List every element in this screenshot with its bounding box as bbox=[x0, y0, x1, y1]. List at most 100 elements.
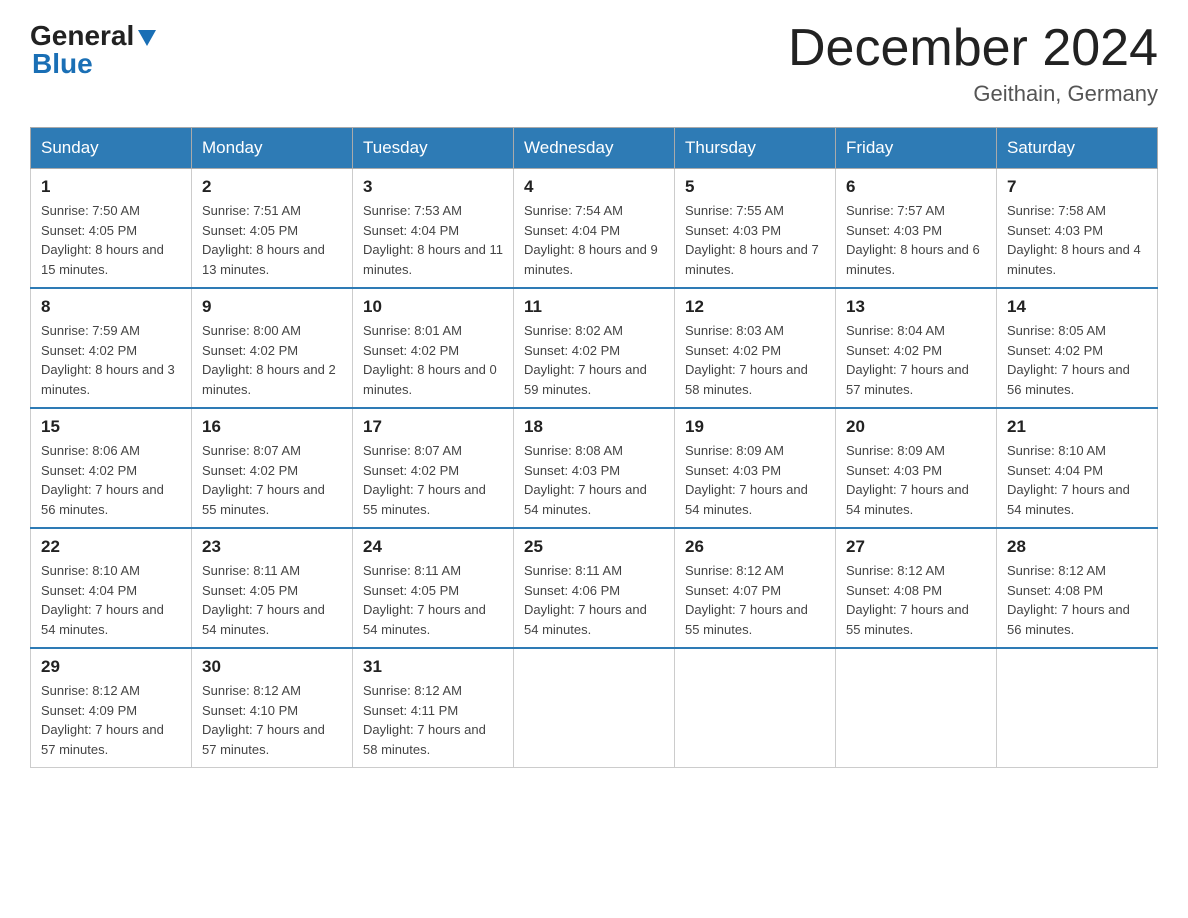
day-number: 6 bbox=[846, 177, 986, 197]
day-info: Sunrise: 8:00 AMSunset: 4:02 PMDaylight:… bbox=[202, 321, 342, 399]
day-number: 19 bbox=[685, 417, 825, 437]
calendar-cell: 5 Sunrise: 7:55 AMSunset: 4:03 PMDayligh… bbox=[675, 169, 836, 289]
day-number: 31 bbox=[363, 657, 503, 677]
day-number: 1 bbox=[41, 177, 181, 197]
calendar-subtitle: Geithain, Germany bbox=[788, 81, 1158, 107]
page-header: General Blue December 2024 Geithain, Ger… bbox=[30, 20, 1158, 107]
calendar-cell: 19 Sunrise: 8:09 AMSunset: 4:03 PMDaylig… bbox=[675, 408, 836, 528]
day-number: 21 bbox=[1007, 417, 1147, 437]
calendar-cell: 28 Sunrise: 8:12 AMSunset: 4:08 PMDaylig… bbox=[997, 528, 1158, 648]
day-number: 26 bbox=[685, 537, 825, 557]
day-header-sunday: Sunday bbox=[31, 128, 192, 169]
day-info: Sunrise: 7:54 AMSunset: 4:04 PMDaylight:… bbox=[524, 201, 664, 279]
title-section: December 2024 Geithain, Germany bbox=[788, 20, 1158, 107]
week-row-3: 15 Sunrise: 8:06 AMSunset: 4:02 PMDaylig… bbox=[31, 408, 1158, 528]
calendar-cell bbox=[997, 648, 1158, 768]
calendar-cell: 8 Sunrise: 7:59 AMSunset: 4:02 PMDayligh… bbox=[31, 288, 192, 408]
day-number: 9 bbox=[202, 297, 342, 317]
day-info: Sunrise: 8:02 AMSunset: 4:02 PMDaylight:… bbox=[524, 321, 664, 399]
calendar-cell: 14 Sunrise: 8:05 AMSunset: 4:02 PMDaylig… bbox=[997, 288, 1158, 408]
calendar-cell: 18 Sunrise: 8:08 AMSunset: 4:03 PMDaylig… bbox=[514, 408, 675, 528]
calendar-cell bbox=[836, 648, 997, 768]
day-info: Sunrise: 7:50 AMSunset: 4:05 PMDaylight:… bbox=[41, 201, 181, 279]
day-header-monday: Monday bbox=[192, 128, 353, 169]
logo: General Blue bbox=[30, 20, 158, 80]
calendar-cell: 30 Sunrise: 8:12 AMSunset: 4:10 PMDaylig… bbox=[192, 648, 353, 768]
calendar-cell: 3 Sunrise: 7:53 AMSunset: 4:04 PMDayligh… bbox=[353, 169, 514, 289]
calendar-cell: 11 Sunrise: 8:02 AMSunset: 4:02 PMDaylig… bbox=[514, 288, 675, 408]
day-number: 3 bbox=[363, 177, 503, 197]
calendar-cell: 4 Sunrise: 7:54 AMSunset: 4:04 PMDayligh… bbox=[514, 169, 675, 289]
day-number: 20 bbox=[846, 417, 986, 437]
day-info: Sunrise: 8:07 AMSunset: 4:02 PMDaylight:… bbox=[202, 441, 342, 519]
day-info: Sunrise: 8:12 AMSunset: 4:08 PMDaylight:… bbox=[1007, 561, 1147, 639]
days-header-row: SundayMondayTuesdayWednesdayThursdayFrid… bbox=[31, 128, 1158, 169]
day-info: Sunrise: 8:10 AMSunset: 4:04 PMDaylight:… bbox=[41, 561, 181, 639]
calendar-cell: 27 Sunrise: 8:12 AMSunset: 4:08 PMDaylig… bbox=[836, 528, 997, 648]
day-header-friday: Friday bbox=[836, 128, 997, 169]
day-header-wednesday: Wednesday bbox=[514, 128, 675, 169]
day-info: Sunrise: 7:55 AMSunset: 4:03 PMDaylight:… bbox=[685, 201, 825, 279]
calendar-cell: 20 Sunrise: 8:09 AMSunset: 4:03 PMDaylig… bbox=[836, 408, 997, 528]
day-info: Sunrise: 7:57 AMSunset: 4:03 PMDaylight:… bbox=[846, 201, 986, 279]
day-info: Sunrise: 8:09 AMSunset: 4:03 PMDaylight:… bbox=[685, 441, 825, 519]
week-row-5: 29 Sunrise: 8:12 AMSunset: 4:09 PMDaylig… bbox=[31, 648, 1158, 768]
day-number: 18 bbox=[524, 417, 664, 437]
calendar-cell: 29 Sunrise: 8:12 AMSunset: 4:09 PMDaylig… bbox=[31, 648, 192, 768]
day-number: 12 bbox=[685, 297, 825, 317]
day-info: Sunrise: 8:07 AMSunset: 4:02 PMDaylight:… bbox=[363, 441, 503, 519]
day-number: 23 bbox=[202, 537, 342, 557]
day-info: Sunrise: 8:12 AMSunset: 4:10 PMDaylight:… bbox=[202, 681, 342, 759]
day-number: 16 bbox=[202, 417, 342, 437]
calendar-cell: 6 Sunrise: 7:57 AMSunset: 4:03 PMDayligh… bbox=[836, 169, 997, 289]
day-info: Sunrise: 8:11 AMSunset: 4:05 PMDaylight:… bbox=[202, 561, 342, 639]
day-info: Sunrise: 8:12 AMSunset: 4:07 PMDaylight:… bbox=[685, 561, 825, 639]
day-number: 27 bbox=[846, 537, 986, 557]
week-row-4: 22 Sunrise: 8:10 AMSunset: 4:04 PMDaylig… bbox=[31, 528, 1158, 648]
day-info: Sunrise: 7:51 AMSunset: 4:05 PMDaylight:… bbox=[202, 201, 342, 279]
calendar-cell: 31 Sunrise: 8:12 AMSunset: 4:11 PMDaylig… bbox=[353, 648, 514, 768]
day-number: 10 bbox=[363, 297, 503, 317]
day-info: Sunrise: 8:04 AMSunset: 4:02 PMDaylight:… bbox=[846, 321, 986, 399]
day-info: Sunrise: 8:12 AMSunset: 4:11 PMDaylight:… bbox=[363, 681, 503, 759]
day-info: Sunrise: 8:05 AMSunset: 4:02 PMDaylight:… bbox=[1007, 321, 1147, 399]
logo-triangle-icon bbox=[136, 26, 158, 48]
day-number: 8 bbox=[41, 297, 181, 317]
day-info: Sunrise: 8:12 AMSunset: 4:09 PMDaylight:… bbox=[41, 681, 181, 759]
day-info: Sunrise: 8:10 AMSunset: 4:04 PMDaylight:… bbox=[1007, 441, 1147, 519]
calendar-cell: 23 Sunrise: 8:11 AMSunset: 4:05 PMDaylig… bbox=[192, 528, 353, 648]
week-row-1: 1 Sunrise: 7:50 AMSunset: 4:05 PMDayligh… bbox=[31, 169, 1158, 289]
calendar-cell bbox=[675, 648, 836, 768]
day-header-thursday: Thursday bbox=[675, 128, 836, 169]
logo-blue: Blue bbox=[32, 48, 93, 80]
day-number: 7 bbox=[1007, 177, 1147, 197]
day-number: 2 bbox=[202, 177, 342, 197]
calendar-cell: 22 Sunrise: 8:10 AMSunset: 4:04 PMDaylig… bbox=[31, 528, 192, 648]
day-number: 29 bbox=[41, 657, 181, 677]
day-number: 15 bbox=[41, 417, 181, 437]
calendar-cell: 2 Sunrise: 7:51 AMSunset: 4:05 PMDayligh… bbox=[192, 169, 353, 289]
calendar-cell: 1 Sunrise: 7:50 AMSunset: 4:05 PMDayligh… bbox=[31, 169, 192, 289]
day-info: Sunrise: 8:11 AMSunset: 4:05 PMDaylight:… bbox=[363, 561, 503, 639]
day-number: 4 bbox=[524, 177, 664, 197]
calendar-cell: 12 Sunrise: 8:03 AMSunset: 4:02 PMDaylig… bbox=[675, 288, 836, 408]
calendar-title: December 2024 bbox=[788, 20, 1158, 77]
calendar-cell: 10 Sunrise: 8:01 AMSunset: 4:02 PMDaylig… bbox=[353, 288, 514, 408]
day-info: Sunrise: 7:58 AMSunset: 4:03 PMDaylight:… bbox=[1007, 201, 1147, 279]
day-info: Sunrise: 7:53 AMSunset: 4:04 PMDaylight:… bbox=[363, 201, 503, 279]
calendar-cell: 25 Sunrise: 8:11 AMSunset: 4:06 PMDaylig… bbox=[514, 528, 675, 648]
day-number: 24 bbox=[363, 537, 503, 557]
day-number: 28 bbox=[1007, 537, 1147, 557]
calendar-cell bbox=[514, 648, 675, 768]
day-info: Sunrise: 8:01 AMSunset: 4:02 PMDaylight:… bbox=[363, 321, 503, 399]
day-number: 22 bbox=[41, 537, 181, 557]
calendar-cell: 16 Sunrise: 8:07 AMSunset: 4:02 PMDaylig… bbox=[192, 408, 353, 528]
calendar-cell: 26 Sunrise: 8:12 AMSunset: 4:07 PMDaylig… bbox=[675, 528, 836, 648]
day-number: 30 bbox=[202, 657, 342, 677]
calendar-cell: 17 Sunrise: 8:07 AMSunset: 4:02 PMDaylig… bbox=[353, 408, 514, 528]
calendar-cell: 24 Sunrise: 8:11 AMSunset: 4:05 PMDaylig… bbox=[353, 528, 514, 648]
day-info: Sunrise: 8:03 AMSunset: 4:02 PMDaylight:… bbox=[685, 321, 825, 399]
day-number: 14 bbox=[1007, 297, 1147, 317]
calendar-cell: 15 Sunrise: 8:06 AMSunset: 4:02 PMDaylig… bbox=[31, 408, 192, 528]
day-header-saturday: Saturday bbox=[997, 128, 1158, 169]
